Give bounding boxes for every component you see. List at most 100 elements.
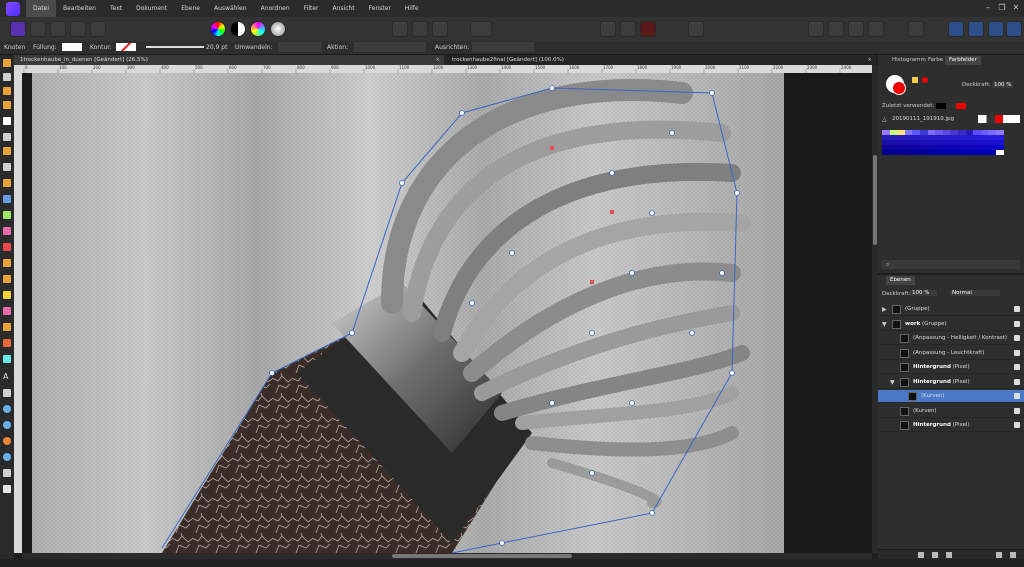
deselect-icon[interactable] <box>412 21 428 37</box>
eyedropper-icon[interactable] <box>912 77 918 83</box>
snapping-icon[interactable] <box>620 21 636 37</box>
pen-tool-icon[interactable] <box>3 133 11 141</box>
layer-row[interactable]: (Anpassung - Leuchtkraft) <box>878 347 1024 360</box>
fill-swatch[interactable] <box>62 43 82 51</box>
brush-settings-icon[interactable] <box>688 21 704 37</box>
sharpen-tool-icon[interactable] <box>3 421 11 429</box>
swatch-grid[interactable] <box>882 130 1004 155</box>
tab-color[interactable]: Farbe <box>924 56 947 65</box>
hsl-icon[interactable] <box>250 21 266 37</box>
menu-datei[interactable]: Datei <box>26 0 57 17</box>
swatch[interactable] <box>973 150 981 155</box>
tab-document-2[interactable]: trockenhaube2final [Geändert] (100.0%) × <box>446 55 876 65</box>
menu-text[interactable]: Text <box>103 0 129 17</box>
zoom-tool-icon[interactable] <box>3 405 11 413</box>
assistant-icon[interactable] <box>600 21 616 37</box>
clone-tool-icon[interactable] <box>3 307 11 315</box>
swatch[interactable] <box>995 150 1004 155</box>
photo-persona-icon[interactable] <box>10 21 26 37</box>
erase-tool-icon[interactable] <box>3 259 11 267</box>
restore-icon[interactable]: ❐ <box>996 2 1008 14</box>
boolean-add-icon[interactable] <box>948 21 964 37</box>
swatch[interactable] <box>935 150 943 155</box>
swatch[interactable] <box>950 150 958 155</box>
layer-visibility-checkbox[interactable] <box>1014 422 1020 428</box>
arrange-forward-icon[interactable] <box>848 21 864 37</box>
node-tool-icon[interactable] <box>3 117 11 125</box>
align-icon[interactable] <box>908 21 924 37</box>
tab-document-1[interactable]: 1trockenhaube_in_duenen [Geändert] (26.5… <box>14 55 444 65</box>
layer-visibility-checkbox[interactable] <box>1014 349 1020 356</box>
menu-dokument[interactable]: Dokument <box>129 0 174 17</box>
node-action-buttons[interactable] <box>354 42 426 52</box>
layer-row[interactable]: (Kurven) <box>878 405 1024 418</box>
swap-colors-icon[interactable] <box>3 485 11 493</box>
vertical-scroll-thumb[interactable] <box>873 155 877 245</box>
layer-visibility-checkbox[interactable] <box>1014 407 1020 414</box>
stroke-width-value[interactable]: 20,9 pt <box>206 44 227 51</box>
lasso-tool-icon[interactable] <box>3 87 11 95</box>
tab-layers[interactable]: Ebenen <box>886 276 915 285</box>
swatch[interactable] <box>919 150 928 155</box>
color-replacement-tool-icon[interactable] <box>3 243 11 251</box>
layer-visibility-checkbox[interactable] <box>1014 335 1020 341</box>
layer-row[interactable]: ▶ (Gruppe) <box>878 303 1024 316</box>
arrange-backward-icon[interactable] <box>868 21 884 37</box>
expand-toggle-icon[interactable]: ▼ <box>882 318 887 331</box>
text-tool-icon[interactable]: A <box>3 373 11 381</box>
swatch[interactable] <box>897 150 905 155</box>
close-tab-icon[interactable]: × <box>435 55 440 65</box>
swatch[interactable] <box>988 150 996 155</box>
crop-tool-icon[interactable] <box>3 163 11 171</box>
menu-ansicht[interactable]: Ansicht <box>326 0 362 17</box>
stroke-swatch[interactable] <box>116 43 136 51</box>
view-tool-icon[interactable] <box>3 389 11 397</box>
develop-persona-icon[interactable] <box>50 21 66 37</box>
hand-tool-icon[interactable] <box>3 59 11 67</box>
shape-tool-icon[interactable] <box>3 355 11 363</box>
swatch[interactable] <box>927 150 936 155</box>
secondary-color-circle[interactable] <box>892 81 906 95</box>
move-tool-icon[interactable] <box>3 73 11 81</box>
convert-node-buttons[interactable] <box>278 42 322 52</box>
expand-toggle-icon[interactable]: ▶ <box>882 303 887 316</box>
tone-mapping-persona-icon[interactable] <box>70 21 86 37</box>
smudge-tool-icon[interactable] <box>3 453 11 461</box>
layer-row[interactable]: ▼ work (Gruppe) <box>878 318 1024 331</box>
swatch[interactable] <box>957 150 966 155</box>
opacity-field[interactable]: 100 % <box>992 82 1014 88</box>
mask-icon[interactable] <box>918 552 924 558</box>
live-filter-icon[interactable] <box>946 552 952 558</box>
arrange-front-icon[interactable] <box>808 21 824 37</box>
menu-hilfe[interactable]: Hilfe <box>398 0 426 17</box>
swatch[interactable] <box>965 150 974 155</box>
layer-visibility-checkbox[interactable] <box>1014 320 1020 327</box>
marquee-icon[interactable] <box>392 21 408 37</box>
magnet-icon[interactable] <box>640 21 656 37</box>
boolean-xor-icon[interactable] <box>1006 21 1022 37</box>
boolean-intersect-icon[interactable] <box>988 21 1004 37</box>
swatch[interactable] <box>942 150 951 155</box>
layer-visibility-checkbox[interactable] <box>1014 364 1020 370</box>
align-node-buttons[interactable] <box>472 42 534 52</box>
layer-visibility-checkbox[interactable] <box>1014 306 1020 312</box>
healing-tool-icon[interactable] <box>3 323 11 331</box>
white-balance-icon[interactable] <box>270 21 286 37</box>
minimize-icon[interactable]: – <box>982 2 994 14</box>
menu-auswählen[interactable]: Auswählen <box>207 0 254 17</box>
tab-swatches[interactable]: Farbfelder <box>945 56 981 65</box>
layer-row[interactable]: (Kurven) <box>878 390 1024 403</box>
color-wheel-icon[interactable] <box>210 21 226 37</box>
blur-tool-icon[interactable] <box>3 437 11 445</box>
layer-opacity-field[interactable]: 100 % <box>910 290 938 296</box>
paint-brush-tool-icon[interactable] <box>3 227 11 235</box>
arrange-back-icon[interactable] <box>828 21 844 37</box>
boolean-subtract-icon[interactable] <box>968 21 984 37</box>
fill-tool-icon[interactable] <box>3 195 11 203</box>
swatch[interactable] <box>980 150 989 155</box>
close-tab-icon[interactable]: × <box>867 55 872 65</box>
layer-visibility-checkbox[interactable] <box>1014 378 1020 385</box>
adjustment-icon[interactable] <box>932 552 938 558</box>
menu-bearbeiten[interactable]: Bearbeiten <box>56 0 103 17</box>
pencil-tool-icon[interactable] <box>3 147 11 155</box>
